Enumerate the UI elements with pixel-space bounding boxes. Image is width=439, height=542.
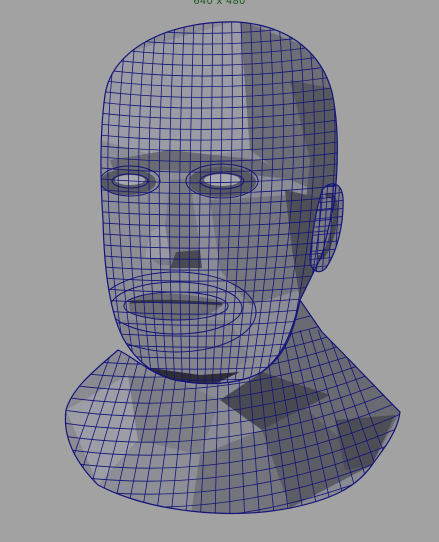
maya-viewport[interactable]: 640 x 480: [0, 0, 439, 542]
head-mesh[interactable]: [0, 0, 439, 542]
